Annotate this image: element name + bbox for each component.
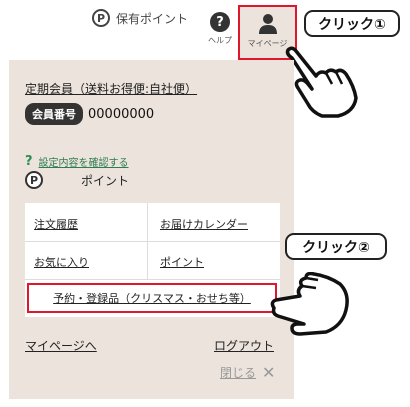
member-number-badge: 会員番号 [25, 103, 83, 125]
points-row: P ポイント [25, 171, 129, 189]
points-label: ポイント [81, 173, 130, 188]
pointing-hand-icon [285, 46, 358, 118]
header-points[interactable]: P 保有ポイント [92, 9, 188, 27]
menu-points[interactable]: ポイント [160, 254, 204, 270]
question-mark-icon: ? [210, 12, 230, 32]
reserve-registered-items-label: 予約・登録品（クリスマス・おせち等） [53, 292, 251, 305]
question-icon: ? [25, 154, 33, 169]
member-number: 00000000 [88, 106, 155, 122]
close-label: 閉じる [220, 366, 257, 380]
menu-order-history[interactable]: 注文履歴 [34, 216, 78, 232]
stage: P 保有ポイント ? ヘルプ マイページ クリック① 定期会員（送料お得便:自社… [0, 0, 410, 407]
close-button[interactable]: 閉じる ✕ [220, 364, 275, 381]
header-points-label: 保有ポイント [116, 11, 189, 26]
confirm-settings-link[interactable]: 設定内容を確認する [39, 154, 129, 169]
close-x-icon: ✕ [262, 362, 276, 382]
callout-click-1-label: クリック① [318, 16, 386, 33]
reserve-registered-items-button[interactable]: 予約・登録品（クリスマス・おせち等） [27, 283, 277, 313]
menu-delivery-calendar[interactable]: お届けカレンダー [160, 216, 248, 232]
member-type-link[interactable]: 定期会員（送料お得便:自社便） [25, 80, 197, 97]
logout-link[interactable]: ログアウト [214, 337, 274, 354]
callout-click-2: クリック② [285, 233, 387, 260]
pointing-hand-icon [270, 272, 349, 336]
menu-divider-1 [25, 241, 280, 242]
points-p-icon: P [25, 171, 43, 189]
callout-click-2-label: クリック② [302, 239, 370, 256]
member-number-row: 会員番号 00000000 [25, 103, 154, 125]
help-button[interactable]: ? ヘルプ [203, 12, 237, 46]
callout-click-1: クリック① [304, 10, 400, 37]
help-label: ヘルプ [208, 36, 232, 45]
mypage-link[interactable]: マイページへ [25, 337, 97, 354]
confirm-settings-row: ? 設定内容を確認する [25, 154, 129, 169]
points-p-icon: P [92, 9, 110, 27]
menu-divider-2 [25, 279, 280, 280]
person-icon [258, 14, 277, 34]
menu-favorites[interactable]: お気に入り [34, 254, 89, 270]
